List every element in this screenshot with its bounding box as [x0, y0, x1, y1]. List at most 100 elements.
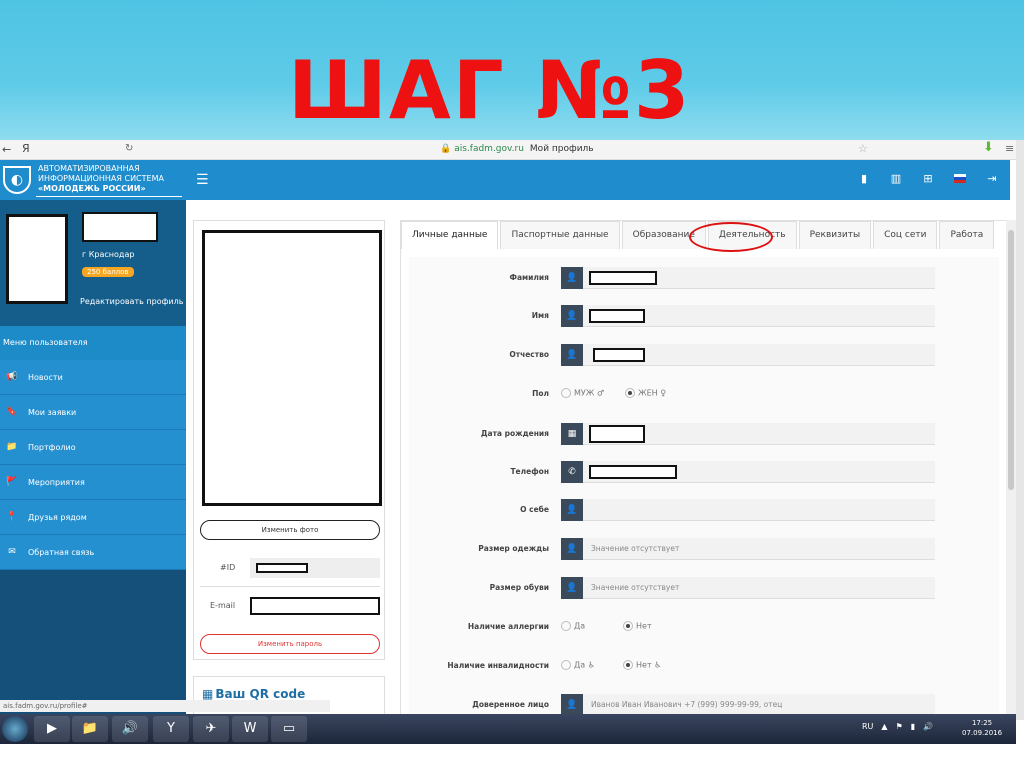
tab-social-networks[interactable]: Соц сети [873, 221, 938, 249]
browser-toolbar: ← Я ↻ 🔒 ais.fadm.gov.ru Мой профиль ☆ ⬇ ≡ [0, 140, 1016, 160]
disability-label: Наличие инвалидности [447, 661, 549, 670]
flag-tray-icon[interactable]: ⚑ [896, 722, 903, 731]
reload-icon[interactable]: ↻ [125, 143, 133, 154]
id-label: #ID [220, 563, 236, 572]
change-photo-button[interactable]: Изменить фото [200, 520, 380, 540]
slide-right-strip [1016, 140, 1024, 720]
yandex-browser-icon[interactable]: Y [153, 716, 189, 742]
tab-passport-data[interactable]: Паспортные данные [500, 221, 620, 249]
gender-male-radio[interactable]: МУЖ ♂ [561, 388, 604, 398]
logo-text[interactable]: АВТОМАТИЗИРОВАННАЯ ИНФОРМАЦИОННАЯ СИСТЕМ… [38, 164, 164, 194]
sidebar-item-label: Мои заявки [28, 407, 77, 417]
about-input[interactable] [583, 499, 935, 521]
start-button[interactable] [2, 716, 28, 742]
browser-menu-icon[interactable]: ≡ [1005, 142, 1014, 155]
disability-yes-radio[interactable]: Да ♿ [561, 660, 595, 670]
sidebar-item-my-requests[interactable]: 🔖 Мои заявки [0, 395, 186, 430]
sidebar-item-portfolio[interactable]: 📁 Портфолио [0, 430, 186, 465]
radio-dot [561, 388, 571, 398]
tray-arrow-icon[interactable]: ▲ [881, 722, 887, 731]
tab-work[interactable]: Работа [939, 221, 995, 249]
email-value-redacted [250, 597, 380, 615]
surname-input[interactable] [583, 267, 935, 289]
logout-icon[interactable]: ⇥ [986, 172, 998, 185]
volume-icon[interactable]: 🔊 [923, 722, 933, 731]
sidebar: г Краснодар 250 баллов Редактировать про… [0, 200, 186, 720]
network-icon[interactable]: ▮ [911, 722, 915, 731]
sidebar-menu: 📢 Новости 🔖 Мои заявки 📁 Портфолио 🚩 Мер… [0, 360, 186, 570]
user-icon: 👤 [561, 538, 583, 560]
user-icon: 👤 [561, 344, 583, 366]
patronymic-input[interactable] [583, 344, 935, 366]
map-pin-icon: 📍 [6, 512, 18, 522]
user-icon: 👤 [561, 305, 583, 327]
sidebar-item-events[interactable]: 🚩 Мероприятия [0, 465, 186, 500]
email-label: E-mail [210, 601, 236, 610]
yandex-icon[interactable]: Я [22, 142, 30, 155]
shoe-size-input[interactable]: Значение отсутствует [583, 577, 935, 599]
telegram-icon[interactable]: ✈ [193, 716, 229, 742]
user-icon: 👤 [561, 694, 583, 716]
grid-icon[interactable]: ⊞ [922, 172, 934, 185]
sidebar-item-feedback[interactable]: ✉ Обратная связь [0, 535, 186, 570]
gender-row: Пол МУЖ ♂ ЖЕН ♀ [409, 383, 999, 405]
slide-bottom [0, 742, 1024, 768]
clock[interactable]: 17:25 07.09.2016 [962, 718, 1002, 738]
hamburger-menu-icon[interactable]: ☰ [196, 172, 209, 188]
address-bar[interactable]: 🔒 ais.fadm.gov.ru Мой профиль [440, 144, 594, 154]
phone-icon: ✆ [561, 461, 583, 483]
birthdate-input[interactable] [583, 423, 935, 445]
bookmark-star-icon[interactable]: ☆ [858, 142, 868, 155]
allergy-no-radio[interactable]: Нет [623, 621, 652, 631]
scrollbar-thumb[interactable] [1008, 230, 1014, 490]
name-input[interactable] [583, 305, 935, 327]
clock-date: 07.09.2016 [962, 729, 1003, 737]
avatar[interactable] [6, 214, 68, 304]
highlight-circle [689, 222, 773, 252]
change-password-button[interactable]: Изменить пароль [200, 634, 380, 654]
birthdate-row: Дата рождения ▦ [409, 423, 999, 445]
about-label: О себе [520, 505, 549, 514]
tab-personal-data[interactable]: Личные данные [401, 221, 499, 249]
sidebar-item-friends-nearby[interactable]: 📍 Друзья рядом [0, 500, 186, 535]
speaker-app-icon[interactable]: 🔊 [112, 716, 148, 742]
user-name-redacted [82, 212, 158, 242]
system-tray: RU ▲ ⚑ ▮ 🔊 [862, 722, 933, 731]
edit-profile-link[interactable]: Редактировать профиль [80, 297, 183, 306]
clothes-size-input[interactable]: Значение отсутствует [583, 538, 935, 560]
explorer-icon[interactable]: 📁 [72, 716, 108, 742]
word-icon[interactable]: W [232, 716, 268, 742]
disability-no-radio[interactable]: Нет ♿ [623, 660, 661, 670]
phone-input[interactable] [583, 461, 935, 483]
extension-icon[interactable]: ⬇ [983, 140, 994, 155]
media-player-icon[interactable]: ▶ [34, 716, 70, 742]
allergy-yes-label: Да [574, 621, 586, 631]
qr-code-icon: ▦ [202, 687, 214, 701]
sidebar-item-news[interactable]: 📢 Новости [0, 360, 186, 395]
gender-male-label: МУЖ [574, 388, 595, 398]
about-row: О себе 👤 [409, 499, 999, 521]
lock-icon: 🔒 [440, 144, 452, 154]
qr-title[interactable]: ▦ Ваш QR code [202, 687, 305, 701]
chart-icon[interactable]: ▥ [890, 172, 902, 185]
book-icon[interactable]: ▮ [858, 172, 870, 185]
profile-photo [202, 230, 382, 506]
gender-female-radio[interactable]: ЖЕН ♀ [625, 388, 666, 398]
radio-dot-selected [625, 388, 635, 398]
allergy-yes-radio[interactable]: Да [561, 621, 585, 631]
radio-dot-selected [623, 660, 633, 670]
shoe-size-row: Размер обуви 👤 Значение отсутствует [409, 577, 999, 599]
language-indicator[interactable]: RU [862, 722, 873, 731]
form-fields: Фамилия 👤 Имя 👤 Отчество 👤 Пол МУЖ ♂ ЖЕН… [409, 257, 999, 719]
back-button[interactable]: ← [2, 143, 11, 156]
tab-requisites[interactable]: Реквизиты [798, 221, 872, 249]
trusted-person-input[interactable]: Иванов Иван Иванович +7 (999) 999-99-99,… [583, 694, 935, 716]
page-title: Мой профиль [529, 144, 594, 154]
shield-logo-icon[interactable]: ◐ [3, 166, 31, 194]
menu-title: Меню пользователя [0, 326, 186, 360]
profile-form-panel: Личные данные Паспортные данные Образова… [400, 220, 1008, 720]
points-badge: 250 баллов [82, 267, 134, 277]
russia-flag-icon[interactable] [954, 174, 966, 183]
disability-no-label: Нет [636, 660, 652, 670]
window-app-icon[interactable]: ▭ [271, 716, 307, 742]
